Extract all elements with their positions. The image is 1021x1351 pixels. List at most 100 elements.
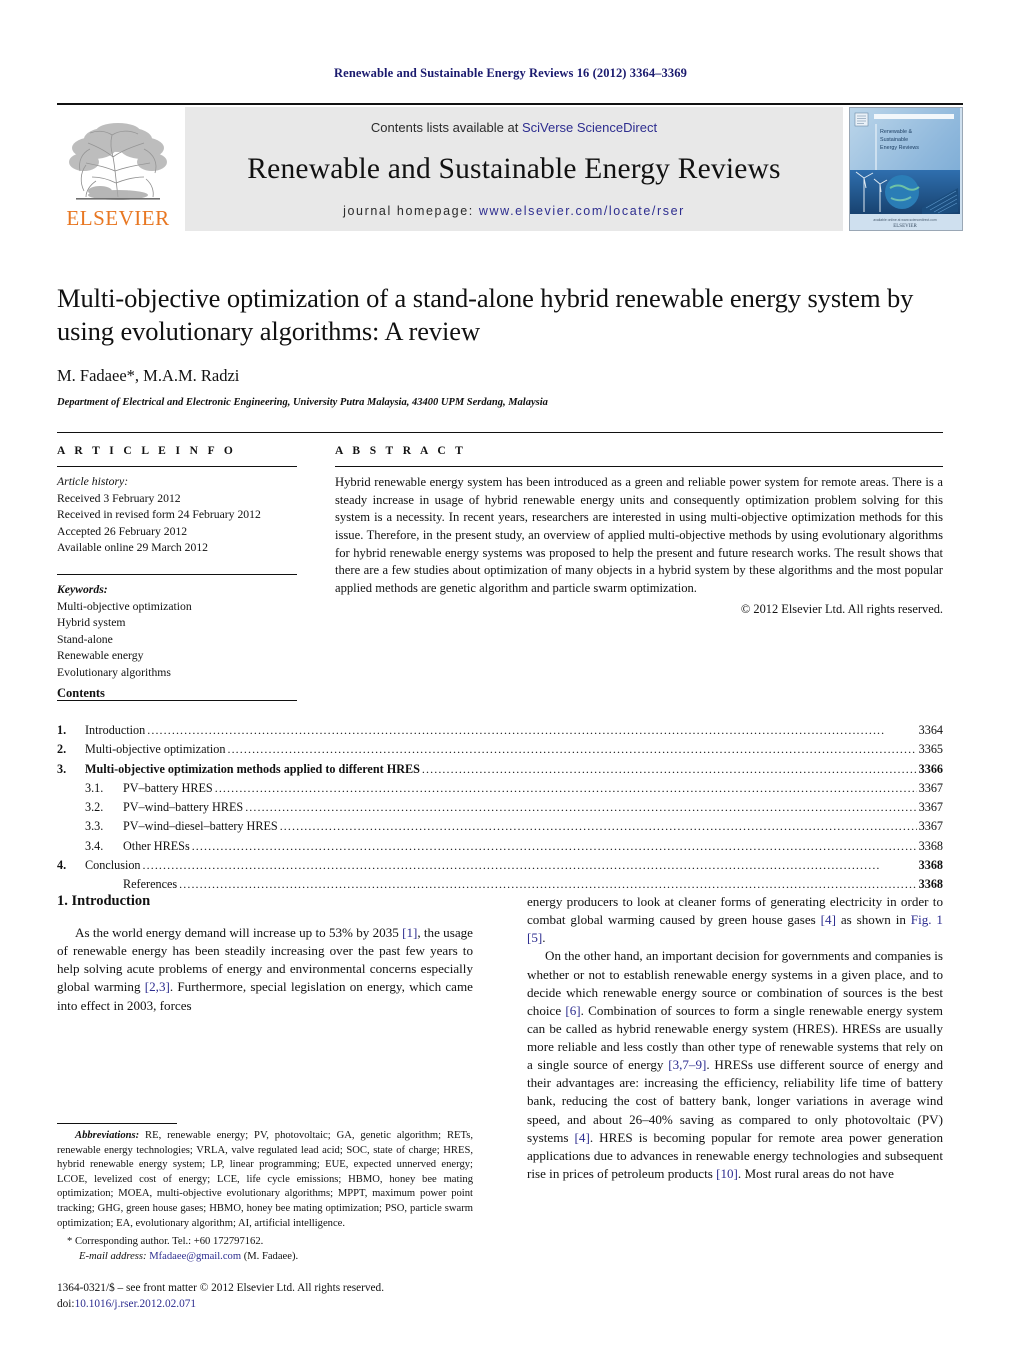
toc-label: Conclusion bbox=[85, 857, 141, 872]
abbreviations-note: Abbreviations: RE, renewable energy; PV,… bbox=[57, 1129, 473, 1231]
article-page: Renewable and Sustainable Energy Reviews… bbox=[0, 0, 1021, 1351]
journal-title: Renewable and Sustainable Energy Reviews bbox=[247, 153, 781, 185]
toc-entry[interactable]: 3. Multi-objective optimization methods … bbox=[57, 760, 943, 779]
toc-entry[interactable]: 4. Conclusion ..........................… bbox=[57, 856, 943, 875]
toc-entry[interactable]: 1. Introduction ........................… bbox=[57, 721, 943, 740]
abbreviations-text: RE, renewable energy; PV, photovoltaic; … bbox=[57, 1130, 473, 1229]
citation-ref[interactable]: [4] bbox=[821, 912, 836, 927]
toc-number: 3.4. bbox=[85, 838, 104, 853]
citation-ref[interactable]: [10] bbox=[716, 1166, 738, 1181]
footnote-block: Abbreviations: RE, renewable energy; PV,… bbox=[57, 1123, 473, 1313]
elsevier-logo: ELSEVIER bbox=[57, 107, 179, 231]
citation-ref[interactable]: [4] bbox=[575, 1130, 590, 1145]
cover-publisher-label: available online at www.sciencedirect.co… bbox=[873, 218, 936, 222]
body-columns: 1. Introduction As the world energy dema… bbox=[57, 893, 943, 1313]
affiliation: Department of Electrical and Electronic … bbox=[57, 396, 548, 408]
abstract-copyright: © 2012 Elsevier Ltd. All rights reserved… bbox=[740, 602, 943, 617]
svg-text:Sustainable: Sustainable bbox=[880, 137, 908, 143]
toc-entry[interactable]: 3.4. Other HRESs .......................… bbox=[57, 837, 943, 856]
page-title: Multi-objective optimization of a stand-… bbox=[57, 283, 914, 347]
toc-label: References bbox=[123, 877, 178, 892]
p2-text-e: . Most rural areas do not have bbox=[737, 1165, 894, 1181]
toc-entry[interactable]: References .............................… bbox=[57, 875, 943, 894]
journal-homepage-link[interactable]: www.elsevier.com/locate/rser bbox=[479, 204, 685, 218]
left-column: 1. Introduction As the world energy dema… bbox=[57, 893, 473, 1313]
email-line: E-mail address: Mfadaee@gmail.com (M. Fa… bbox=[67, 1249, 473, 1264]
toc-entry[interactable]: 2. Multi-objective optimization ........… bbox=[57, 740, 943, 759]
toc-leader: ........................................… bbox=[179, 877, 917, 892]
history-item: Received 3 February 2012 bbox=[57, 491, 181, 505]
history-item: Accepted 26 February 2012 bbox=[57, 524, 188, 538]
citation-ref[interactable]: [6] bbox=[565, 1003, 580, 1018]
email-link[interactable]: Mfadaee@gmail.com bbox=[149, 1251, 241, 1262]
homepage-prefix: journal homepage: bbox=[343, 204, 479, 218]
svg-text:Renewable &: Renewable & bbox=[880, 129, 912, 135]
doi-label: doi: bbox=[57, 1298, 75, 1311]
citation-ref[interactable]: [1] bbox=[402, 925, 417, 940]
toc-leader: ........................................… bbox=[142, 857, 881, 872]
elsevier-tree-icon bbox=[69, 123, 167, 200]
citation-ref[interactable]: [2,3] bbox=[145, 979, 170, 994]
journal-cover-art: Renewable & Sustainable Energy Reviews a… bbox=[850, 108, 960, 230]
section-heading-introduction: 1. Introduction bbox=[57, 893, 151, 909]
title-block: Multi-objective optimization of a stand-… bbox=[57, 282, 943, 408]
toc-number: 2. bbox=[57, 742, 67, 757]
toc-page-number: 3367 bbox=[918, 800, 943, 815]
history-item: Available online 29 March 2012 bbox=[57, 541, 209, 555]
doi-line: doi:10.1016/j.rser.2012.02.071 bbox=[57, 1297, 473, 1313]
intro-paragraph-1: As the world energy demand will increase… bbox=[57, 924, 473, 1015]
toc-number: 4. bbox=[57, 857, 67, 872]
abstract-text: Hybrid renewable energy system has been … bbox=[335, 475, 943, 595]
toc-leader: ........................................… bbox=[245, 800, 917, 815]
toc-entry[interactable]: 3.2. PV–wind–battery HRES ..............… bbox=[57, 798, 943, 817]
history-item: Received in revised form 24 February 201… bbox=[57, 508, 261, 522]
citation-ref[interactable]: [3,7–9] bbox=[668, 1057, 706, 1072]
contents-section: Contents 1. Introduction ...............… bbox=[57, 686, 943, 894]
svg-text:Energy Reviews: Energy Reviews bbox=[880, 145, 919, 151]
toc-label: PV–wind–battery HRES bbox=[123, 800, 244, 815]
toc-page-number: 3368 bbox=[918, 877, 943, 892]
toc-entry[interactable]: 3.1. PV–battery HRES ...................… bbox=[57, 779, 943, 798]
keyword-item: Stand-alone bbox=[57, 632, 113, 646]
sciencedirect-link[interactable]: SciVerse ScienceDirect bbox=[522, 120, 657, 135]
front-matter-line: 1364-0321/$ – see front matter © 2012 El… bbox=[57, 1282, 385, 1295]
right-column: energy producers to look at cleaner form… bbox=[527, 893, 943, 1313]
toc-leader: ........................................… bbox=[214, 780, 917, 795]
toc-label: PV–battery HRES bbox=[123, 780, 213, 795]
article-info-column: A R T I C L E I N F O Article history: R… bbox=[57, 445, 297, 701]
info-abstract-region: A R T I C L E I N F O Article history: R… bbox=[57, 432, 943, 701]
article-info-heading: A R T I C L E I N F O bbox=[57, 445, 237, 457]
toc-leader: ........................................… bbox=[421, 761, 917, 776]
toc-number: 3. bbox=[57, 761, 67, 776]
toc-label: Multi-objective optimization methods app… bbox=[85, 761, 420, 776]
toc-number: 3.3. bbox=[85, 819, 104, 834]
email-label: E-mail address: bbox=[79, 1251, 147, 1263]
contents-available-line: Contents lists available at SciVerse Sci… bbox=[371, 120, 657, 135]
article-history: Article history: Received 3 February 201… bbox=[57, 467, 297, 557]
corresponding-author-line: * Corresponding author. Tel.: +60 172797… bbox=[67, 1236, 264, 1248]
keyword-item: Hybrid system bbox=[57, 616, 126, 630]
keyword-item: Multi-objective optimization bbox=[57, 599, 192, 613]
toc-number: 3.2. bbox=[85, 800, 104, 815]
toc-page-number: 3368 bbox=[918, 838, 943, 853]
keyword-item: Renewable energy bbox=[57, 649, 144, 663]
keywords-block: Keywords: Multi-objective optimization H… bbox=[57, 574, 297, 682]
contents-available-prefix: Contents lists available at bbox=[370, 120, 522, 135]
footnote-rule bbox=[57, 1123, 177, 1125]
doi-link[interactable]: 10.1016/j.rser.2012.02.071 bbox=[75, 1298, 196, 1310]
toc-leader: ........................................… bbox=[147, 723, 886, 737]
abbreviations-label: Abbreviations: bbox=[75, 1130, 140, 1142]
toc-entry[interactable]: 3.3. PV–wind–diesel–battery HRES .......… bbox=[57, 817, 943, 836]
corresponding-author-note: * Corresponding author. Tel.: +60 172797… bbox=[57, 1234, 473, 1264]
intro-text-a: As the world energy demand will increase… bbox=[75, 925, 403, 940]
running-head: Renewable and Sustainable Energy Reviews… bbox=[334, 66, 687, 80]
toc-leader: ........................................… bbox=[227, 742, 917, 757]
svg-text:ELSEVIER: ELSEVIER bbox=[893, 224, 917, 229]
toc-page-number: 3365 bbox=[918, 742, 943, 757]
contents-heading: Contents bbox=[57, 686, 105, 700]
body-column-gutter bbox=[473, 893, 527, 1313]
article-history-label: Article history: bbox=[57, 475, 129, 488]
toc-page-number: 3366 bbox=[918, 761, 943, 776]
toc-page-number: 3367 bbox=[918, 819, 943, 834]
journal-homepage-line: journal homepage: www.elsevier.com/locat… bbox=[343, 204, 685, 218]
